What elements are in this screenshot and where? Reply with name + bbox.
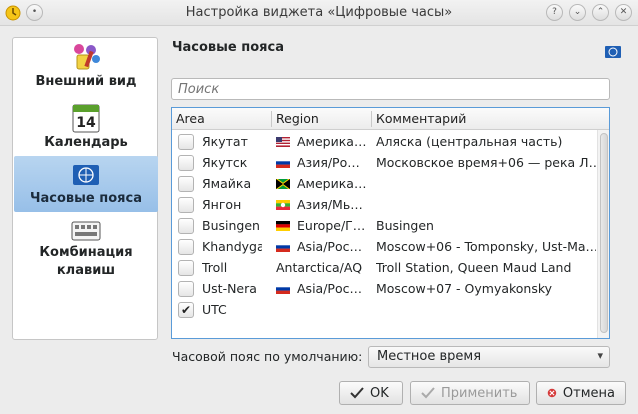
- table-row[interactable]: Ust-Nera Asia/Рос… Moscow+07 - Oymyakonsky: [172, 278, 597, 299]
- cell-area: Ust-Nera: [202, 281, 257, 296]
- row-checkbox[interactable]: [178, 218, 194, 234]
- cell-area: UTC: [202, 302, 227, 317]
- cell-region: Америка…: [297, 176, 367, 191]
- cell-comment: Аляска (центральная часть): [376, 134, 563, 149]
- table-row[interactable]: Khandyga Asia/Рос… Moscow+06 - Tomponsky, …: [172, 236, 597, 257]
- cell-region: Азия/Мь…: [297, 197, 363, 212]
- cell-comment: Московское время+06 — река Л…: [376, 155, 596, 170]
- row-checkbox[interactable]: [178, 176, 194, 192]
- timezone-table: Area Region Комментарий Якутат Америка… Ал…: [171, 107, 610, 339]
- keyboard-icon: [71, 221, 101, 241]
- cell-region: Asia/Рос…: [297, 239, 362, 254]
- window-title: Настройка виджета «Цифровые часы»: [185, 5, 453, 20]
- flag-ru-icon: [276, 242, 290, 252]
- cell-comment: Busingen: [376, 218, 434, 233]
- ok-button[interactable]: OK: [339, 381, 403, 405]
- cell-region: Europe/Г…: [297, 218, 366, 233]
- apply-button-label: Применить: [441, 385, 518, 401]
- check-icon: [350, 387, 364, 399]
- table-header: Area Region Комментарий: [172, 108, 609, 130]
- appearance-icon: [74, 44, 100, 70]
- table-row[interactable]: ✔ UTC: [172, 299, 597, 320]
- section-title: Часовые пояса: [172, 40, 284, 55]
- column-header-area[interactable]: Area: [176, 111, 205, 126]
- cell-area: Troll: [202, 260, 228, 275]
- sidebar-item-calendar[interactable]: 14 Календарь: [14, 102, 158, 158]
- cell-comment: Moscow+07 - Oymyakonsky: [376, 281, 553, 296]
- flag-de-icon: [276, 221, 290, 231]
- chevron-down-icon: ▾: [597, 349, 603, 362]
- row-checkbox[interactable]: [178, 281, 194, 297]
- help-icon[interactable]: ?: [546, 4, 563, 21]
- cell-area: Янгон: [202, 197, 242, 212]
- cell-comment: Moscow+06 - Tomponsky, Ust-Ma…: [376, 239, 596, 254]
- close-icon[interactable]: ✕: [615, 4, 632, 21]
- title-bar: • Настройка виджета «Цифровые часы» ? ⌄ …: [0, 0, 638, 26]
- table-row[interactable]: Янгон Азия/Мь…: [172, 194, 597, 215]
- sidebar-item-label: Календарь: [44, 135, 128, 150]
- table-row[interactable]: Busingen Europe/Г… Busingen: [172, 215, 597, 236]
- cancel-button-label: Отмена: [562, 385, 615, 401]
- sidebar-item-timezones[interactable]: Часовые пояса: [14, 156, 158, 212]
- cancel-icon: [547, 388, 557, 398]
- row-checkbox[interactable]: [178, 155, 194, 171]
- default-timezone-select[interactable]: Местное время ▾: [368, 346, 610, 368]
- row-checkbox[interactable]: [178, 134, 194, 150]
- cell-area: Busingen: [202, 218, 260, 233]
- apply-button[interactable]: Применить: [410, 381, 530, 405]
- calendar-icon: 14: [72, 104, 100, 133]
- flag-ru-icon: [276, 158, 290, 168]
- dialog-window: • Настройка виджета «Цифровые часы» ? ⌄ …: [0, 0, 638, 414]
- default-timezone-value: Местное время: [377, 349, 482, 364]
- cell-area: Якутск: [202, 155, 248, 170]
- table-row[interactable]: Ямайка Америка…: [172, 173, 597, 194]
- globe-flag-icon: [73, 165, 99, 185]
- sidebar-item-appearance[interactable]: Внешний вид: [14, 41, 158, 99]
- sidebar-item-label: Комбинация клавиш: [39, 245, 133, 278]
- svg-text:14: 14: [76, 115, 96, 131]
- cell-area: Khandyga: [202, 239, 262, 254]
- row-checkbox[interactable]: [178, 239, 194, 255]
- sidebar-item-label: Часовые пояса: [30, 191, 142, 206]
- row-checkbox[interactable]: ✔: [178, 302, 194, 318]
- table-row[interactable]: Troll Antarctica/AQ Troll Station, Queen M…: [172, 257, 597, 278]
- scrollbar-thumb[interactable]: [600, 133, 608, 333]
- table-row[interactable]: Якутск Азия/Ро… Московское время+06 — река…: [172, 152, 597, 173]
- ok-button-label: OK: [370, 385, 389, 401]
- cell-region: Азия/Ро…: [297, 155, 360, 170]
- sidebar-item-shortcuts[interactable]: Комбинация клавиш: [14, 218, 158, 288]
- column-header-region[interactable]: Region: [276, 111, 319, 126]
- cell-region: Antarctica/AQ: [276, 260, 363, 275]
- vertical-scrollbar[interactable]: [597, 130, 609, 338]
- check-icon: [421, 387, 435, 399]
- cell-area: Якутат: [202, 134, 248, 149]
- cell-region: Америка…: [297, 134, 367, 149]
- search-input[interactable]: [171, 78, 610, 100]
- cell-region: Asia/Рос…: [297, 281, 362, 296]
- row-checkbox[interactable]: [178, 197, 194, 213]
- column-header-comment[interactable]: Комментарий: [376, 111, 466, 126]
- flag-ru-icon: [276, 284, 290, 294]
- globe-flag-icon: [605, 46, 621, 58]
- cell-comment: Troll Station, Queen Maud Land: [376, 260, 572, 275]
- minimize-icon[interactable]: ⌄: [569, 4, 586, 21]
- default-timezone-label: Часовой пояс по умолчанию:: [172, 349, 363, 364]
- flag-mm-icon: [276, 200, 290, 210]
- maximize-icon[interactable]: ⌃: [592, 4, 609, 21]
- cell-area: Ямайка: [202, 176, 252, 191]
- sidebar: Внешний вид 14 Календарь Часовые пояса К…: [12, 37, 158, 340]
- row-checkbox[interactable]: [178, 260, 194, 276]
- flag-us-icon: [276, 137, 290, 147]
- cancel-button[interactable]: Отмена: [536, 381, 626, 405]
- flag-jm-icon: [276, 179, 290, 189]
- sidebar-item-label: Внешний вид: [35, 74, 137, 89]
- table-row[interactable]: Якутат Америка… Аляска (центральная часть): [172, 131, 597, 152]
